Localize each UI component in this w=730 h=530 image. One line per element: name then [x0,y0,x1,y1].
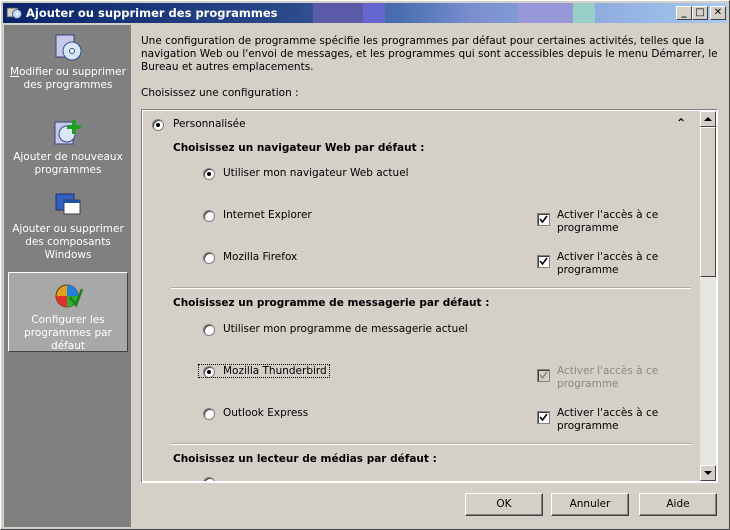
section-divider [171,443,691,445]
add-remove-programs-icon [6,7,22,19]
thunderbird-label: Mozilla Thunderbird [198,364,330,378]
help-button[interactable]: Aide [639,493,717,516]
mail-current-radio[interactable] [203,324,215,336]
check-icon [539,215,548,224]
thunderbird-access-label: Activer l'accès à ce programme [557,365,659,390]
firefox-label: Mozilla Firefox [223,251,298,263]
arrow-down-icon [704,471,712,475]
thunderbird-access-checkbox[interactable] [537,369,550,382]
sidebar-item-modify-remove[interactable]: Modifier ou supprimer des programmes [8,31,128,92]
config-name: Personnalisée [173,118,246,130]
configuration-list-content: Personnalisée ⌃ Choisissez un navigateur… [143,111,701,481]
media-section-heading: Choisissez un lecteur de médias par défa… [173,453,437,465]
browser-current-radio[interactable] [203,168,215,180]
close-button[interactable]: ✕ [710,6,726,20]
maximize-button[interactable]: □ [692,6,708,20]
default-programs-icon [55,284,84,308]
browser-section-heading: Choisissez un navigateur Web par défaut … [173,142,425,154]
browser-current-label: Utiliser mon navigateur Web actuel [223,167,409,179]
window-title: Ajouter ou supprimer des programmes [26,6,278,20]
check-icon [539,371,548,380]
cancel-button[interactable]: Annuler [551,493,629,516]
add-programs-icon [54,120,81,145]
check-icon [539,257,548,266]
titlebar: Ajouter ou supprimer des programmes _ □ … [3,3,727,23]
collapse-icon[interactable]: ⌃ [676,116,686,130]
personalisee-radio[interactable] [152,119,164,131]
content-pane: Une configuration de programme spécifie … [131,25,727,527]
mail-section-heading: Choisissez un programme de messagerie pa… [173,297,490,309]
scroll-up-button[interactable] [700,111,716,127]
media-current-radio[interactable] [203,477,215,481]
configuration-list[interactable]: Personnalisée ⌃ Choisissez un navigateur… [141,109,718,483]
internet-explorer-label: Internet Explorer [223,209,312,221]
scroll-thumb[interactable] [700,127,716,277]
vertical-scrollbar[interactable] [700,111,716,481]
window: Ajouter ou supprimer des programmes _ □ … [0,0,730,530]
arrow-up-icon [704,117,712,121]
sidebar-item-windows-components[interactable]: Ajouter ou supprimer des composants Wind… [8,188,128,262]
scroll-down-button[interactable] [700,465,716,481]
internet-explorer-access-label: Activer l'accès à ce programme [557,209,659,234]
mail-current-label: Utiliser mon programme de messagerie act… [223,323,468,335]
sidebar-item-default-programs[interactable]: Configurer les programmes par défaut [8,272,128,352]
ok-button[interactable]: OK [465,493,543,516]
choose-configuration-label: Choisissez une configuration : [141,87,299,99]
outlook-express-access-label: Activer l'accès à ce programme [557,407,659,432]
intro-text: Une configuration de programme spécifie … [141,35,718,73]
firefox-radio[interactable] [203,252,215,264]
internet-explorer-access-checkbox[interactable] [537,213,550,226]
programs-cd-icon [55,34,82,61]
sidebar: Modifier ou supprimer des programmes Ajo… [4,25,131,527]
section-divider [171,287,691,289]
sidebar-item-add-programs[interactable]: Ajouter de nouveaux programmes [8,116,128,177]
check-icon [539,413,548,422]
outlook-express-radio[interactable] [203,408,215,420]
firefox-access-checkbox[interactable] [537,255,550,268]
outlook-express-access-checkbox[interactable] [537,411,550,424]
minimize-button[interactable]: _ [676,6,692,20]
internet-explorer-radio[interactable] [203,210,215,222]
outlook-express-label: Outlook Express [223,407,309,419]
firefox-access-label: Activer l'accès à ce programme [557,251,659,276]
windows-components-icon [55,193,81,215]
